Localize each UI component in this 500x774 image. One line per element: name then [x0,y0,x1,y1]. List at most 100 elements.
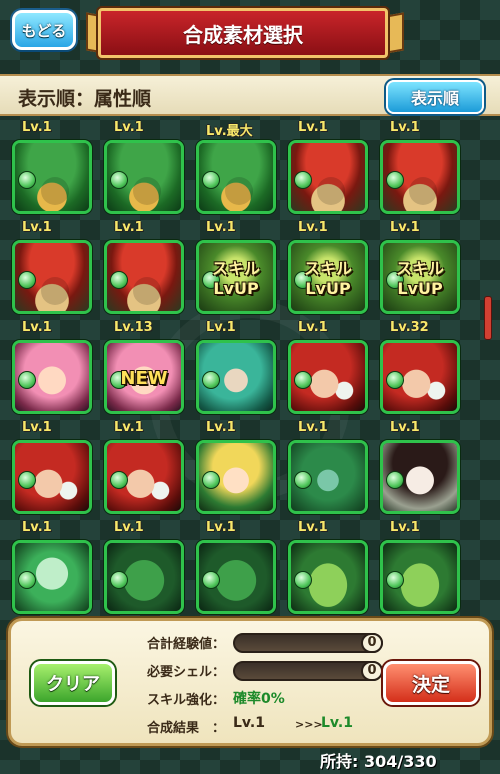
card-level: Lv.32 [390,320,429,335]
sort-order-label: 表示順：属性順 [18,88,152,110]
attribute-orb-icon [294,571,312,589]
top-bar: もどる 合成素材選択 [0,0,500,72]
attribute-orb-icon [110,571,128,589]
material-card[interactable]: Lv.1 [8,418,96,514]
card-frame [12,440,92,514]
card-frame [380,140,460,214]
material-card[interactable]: Lv.1 [192,418,280,514]
skill-lvup-badge: スキル LvUP [395,259,444,298]
skill-boost-value: 確率0% [233,691,285,707]
attribute-orb-icon [202,471,220,489]
attribute-orb-icon [18,471,36,489]
result-level-after: Lv.1 [321,715,353,731]
attribute-orb-icon [202,571,220,589]
material-card[interactable]: Lv.1 スキル LvUP [192,218,280,314]
card-frame: スキル LvUP [380,240,460,314]
material-card[interactable]: Lv.1 [8,118,96,214]
back-button[interactable]: もどる [12,10,76,50]
material-card[interactable]: Lv.1 スキル LvUP [376,218,464,314]
material-card[interactable]: Lv.13 NEW [100,318,188,414]
shell-value: 0 [361,661,383,681]
owned-count: 所持: 304/330 [320,752,437,771]
card-level: Lv.1 [390,520,420,535]
card-frame [196,540,276,614]
skill-lvup-badge: スキル LvUP [303,259,352,298]
card-level: Lv.1 [22,520,52,535]
material-card[interactable]: Lv.1 [376,418,464,514]
card-level: Lv.1 [22,420,52,435]
card-level: Lv.1 [206,420,236,435]
skill-lvup-badge: スキル LvUP [211,259,260,298]
material-card[interactable]: Lv.1 [376,518,464,614]
material-card[interactable]: Lv.1 [284,118,372,214]
shell-label: 必要シェル： [146,665,225,680]
attribute-orb-icon [386,571,404,589]
card-level: Lv.13 [114,320,153,335]
attribute-orb-icon [386,171,404,189]
attribute-orb-icon [294,471,312,489]
material-card[interactable]: Lv.32 [376,318,464,414]
sort-order-button[interactable]: 表示順 [386,80,484,114]
material-card[interactable]: Lv.1 [8,518,96,614]
card-frame [12,540,92,614]
confirm-button[interactable]: 決定 [383,661,479,705]
card-frame [288,140,368,214]
shell-field: 0 [233,661,383,681]
card-frame [380,540,460,614]
clear-button[interactable]: クリア [31,661,115,705]
skill-boost-label: スキル強化： [146,693,225,708]
material-card[interactable]: Lv.1 [8,218,96,314]
page-title: 合成素材選択 [98,8,388,58]
card-level: Lv.1 [298,320,328,335]
result-label: 合成結果 ： [146,721,225,736]
card-frame [104,140,184,214]
material-card[interactable]: Lv.最大 [192,118,280,214]
total-exp-value: 0 [361,633,383,653]
material-card[interactable]: Lv.1 [8,318,96,414]
card-level: Lv.1 [22,320,52,335]
material-card[interactable]: Lv.1 [100,118,188,214]
card-frame [380,340,460,414]
card-frame [380,440,460,514]
card-frame [196,340,276,414]
attribute-orb-icon [110,471,128,489]
card-level: Lv.1 [390,220,420,235]
new-badge: NEW [120,368,168,389]
material-card[interactable]: Lv.1 [284,318,372,414]
card-level: Lv.1 [298,520,328,535]
attribute-orb-icon [202,371,220,389]
result-level-before: Lv.1 [233,715,265,731]
material-card[interactable]: Lv.1 [100,418,188,514]
card-frame [104,240,184,314]
material-card[interactable]: Lv.1 [192,318,280,414]
material-card[interactable]: Lv.1 [100,218,188,314]
scrollbar-thumb[interactable] [484,296,492,340]
card-level: Lv.1 [390,120,420,135]
card-frame [288,440,368,514]
card-frame [196,440,276,514]
material-card[interactable]: Lv.1 [192,518,280,614]
card-frame [12,240,92,314]
banner-wing-right [386,12,404,54]
total-exp-field: 0 [233,633,383,653]
card-frame [288,340,368,414]
attribute-orb-icon [110,271,128,289]
attribute-orb-icon [18,571,36,589]
card-frame [196,140,276,214]
attribute-orb-icon [294,371,312,389]
material-card[interactable]: Lv.1 [284,518,372,614]
material-card[interactable]: Lv.1 スキル LvUP [284,218,372,314]
material-card[interactable]: Lv.1 [100,518,188,614]
attribute-orb-icon [18,271,36,289]
card-level: Lv.1 [206,220,236,235]
material-card[interactable]: Lv.1 [284,418,372,514]
material-card[interactable]: Lv.1 [376,118,464,214]
card-level: Lv.1 [298,220,328,235]
card-frame: スキル LvUP [288,240,368,314]
sort-bar: 表示順：属性順 表示順 [0,74,500,116]
card-level: Lv.1 [206,320,236,335]
card-level: Lv.1 [22,120,52,135]
card-level: Lv.1 [298,120,328,135]
attribute-orb-icon [386,471,404,489]
attribute-orb-icon [18,171,36,189]
